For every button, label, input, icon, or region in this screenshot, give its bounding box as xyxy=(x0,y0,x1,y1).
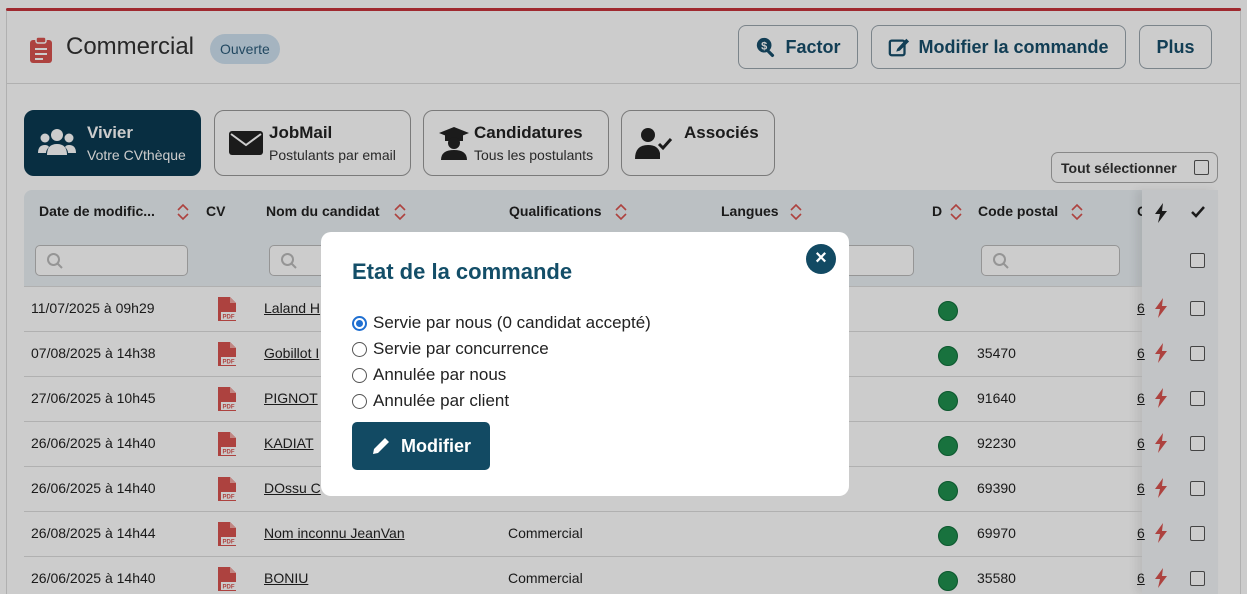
option-label: Servie par nous (0 candidat accepté) xyxy=(373,313,651,332)
radio-cancelled-by-us[interactable] xyxy=(352,367,367,383)
option-cancelled-by-client[interactable]: Annulée par client xyxy=(352,390,509,412)
pencil-icon xyxy=(373,438,389,454)
modal-title: Etat de la commande xyxy=(352,259,573,284)
option-label: Annulée par nous xyxy=(373,365,507,384)
close-icon[interactable]: × xyxy=(806,244,836,274)
radio-cancelled-by-client[interactable] xyxy=(352,393,367,409)
option-cancelled-by-us[interactable]: Annulée par nous xyxy=(352,364,506,386)
radio-served-by-competitor[interactable] xyxy=(352,341,367,357)
option-label: Annulée par client xyxy=(373,391,510,410)
option-served-by-competitor[interactable]: Servie par concurrence xyxy=(352,338,549,360)
modify-button-label: Modifier xyxy=(401,435,471,456)
radio-served-by-us[interactable] xyxy=(352,315,367,331)
page: Commercial Ouverte $ Factor Modifier la … xyxy=(0,0,1247,594)
option-served-by-us[interactable]: Servie par nous (0 candidat accepté) xyxy=(352,312,651,334)
option-label: Servie par concurrence xyxy=(373,339,549,358)
modify-button[interactable]: Modifier xyxy=(352,422,490,470)
order-status-modal: Etat de la commande × Servie par nous (0… xyxy=(321,232,849,496)
